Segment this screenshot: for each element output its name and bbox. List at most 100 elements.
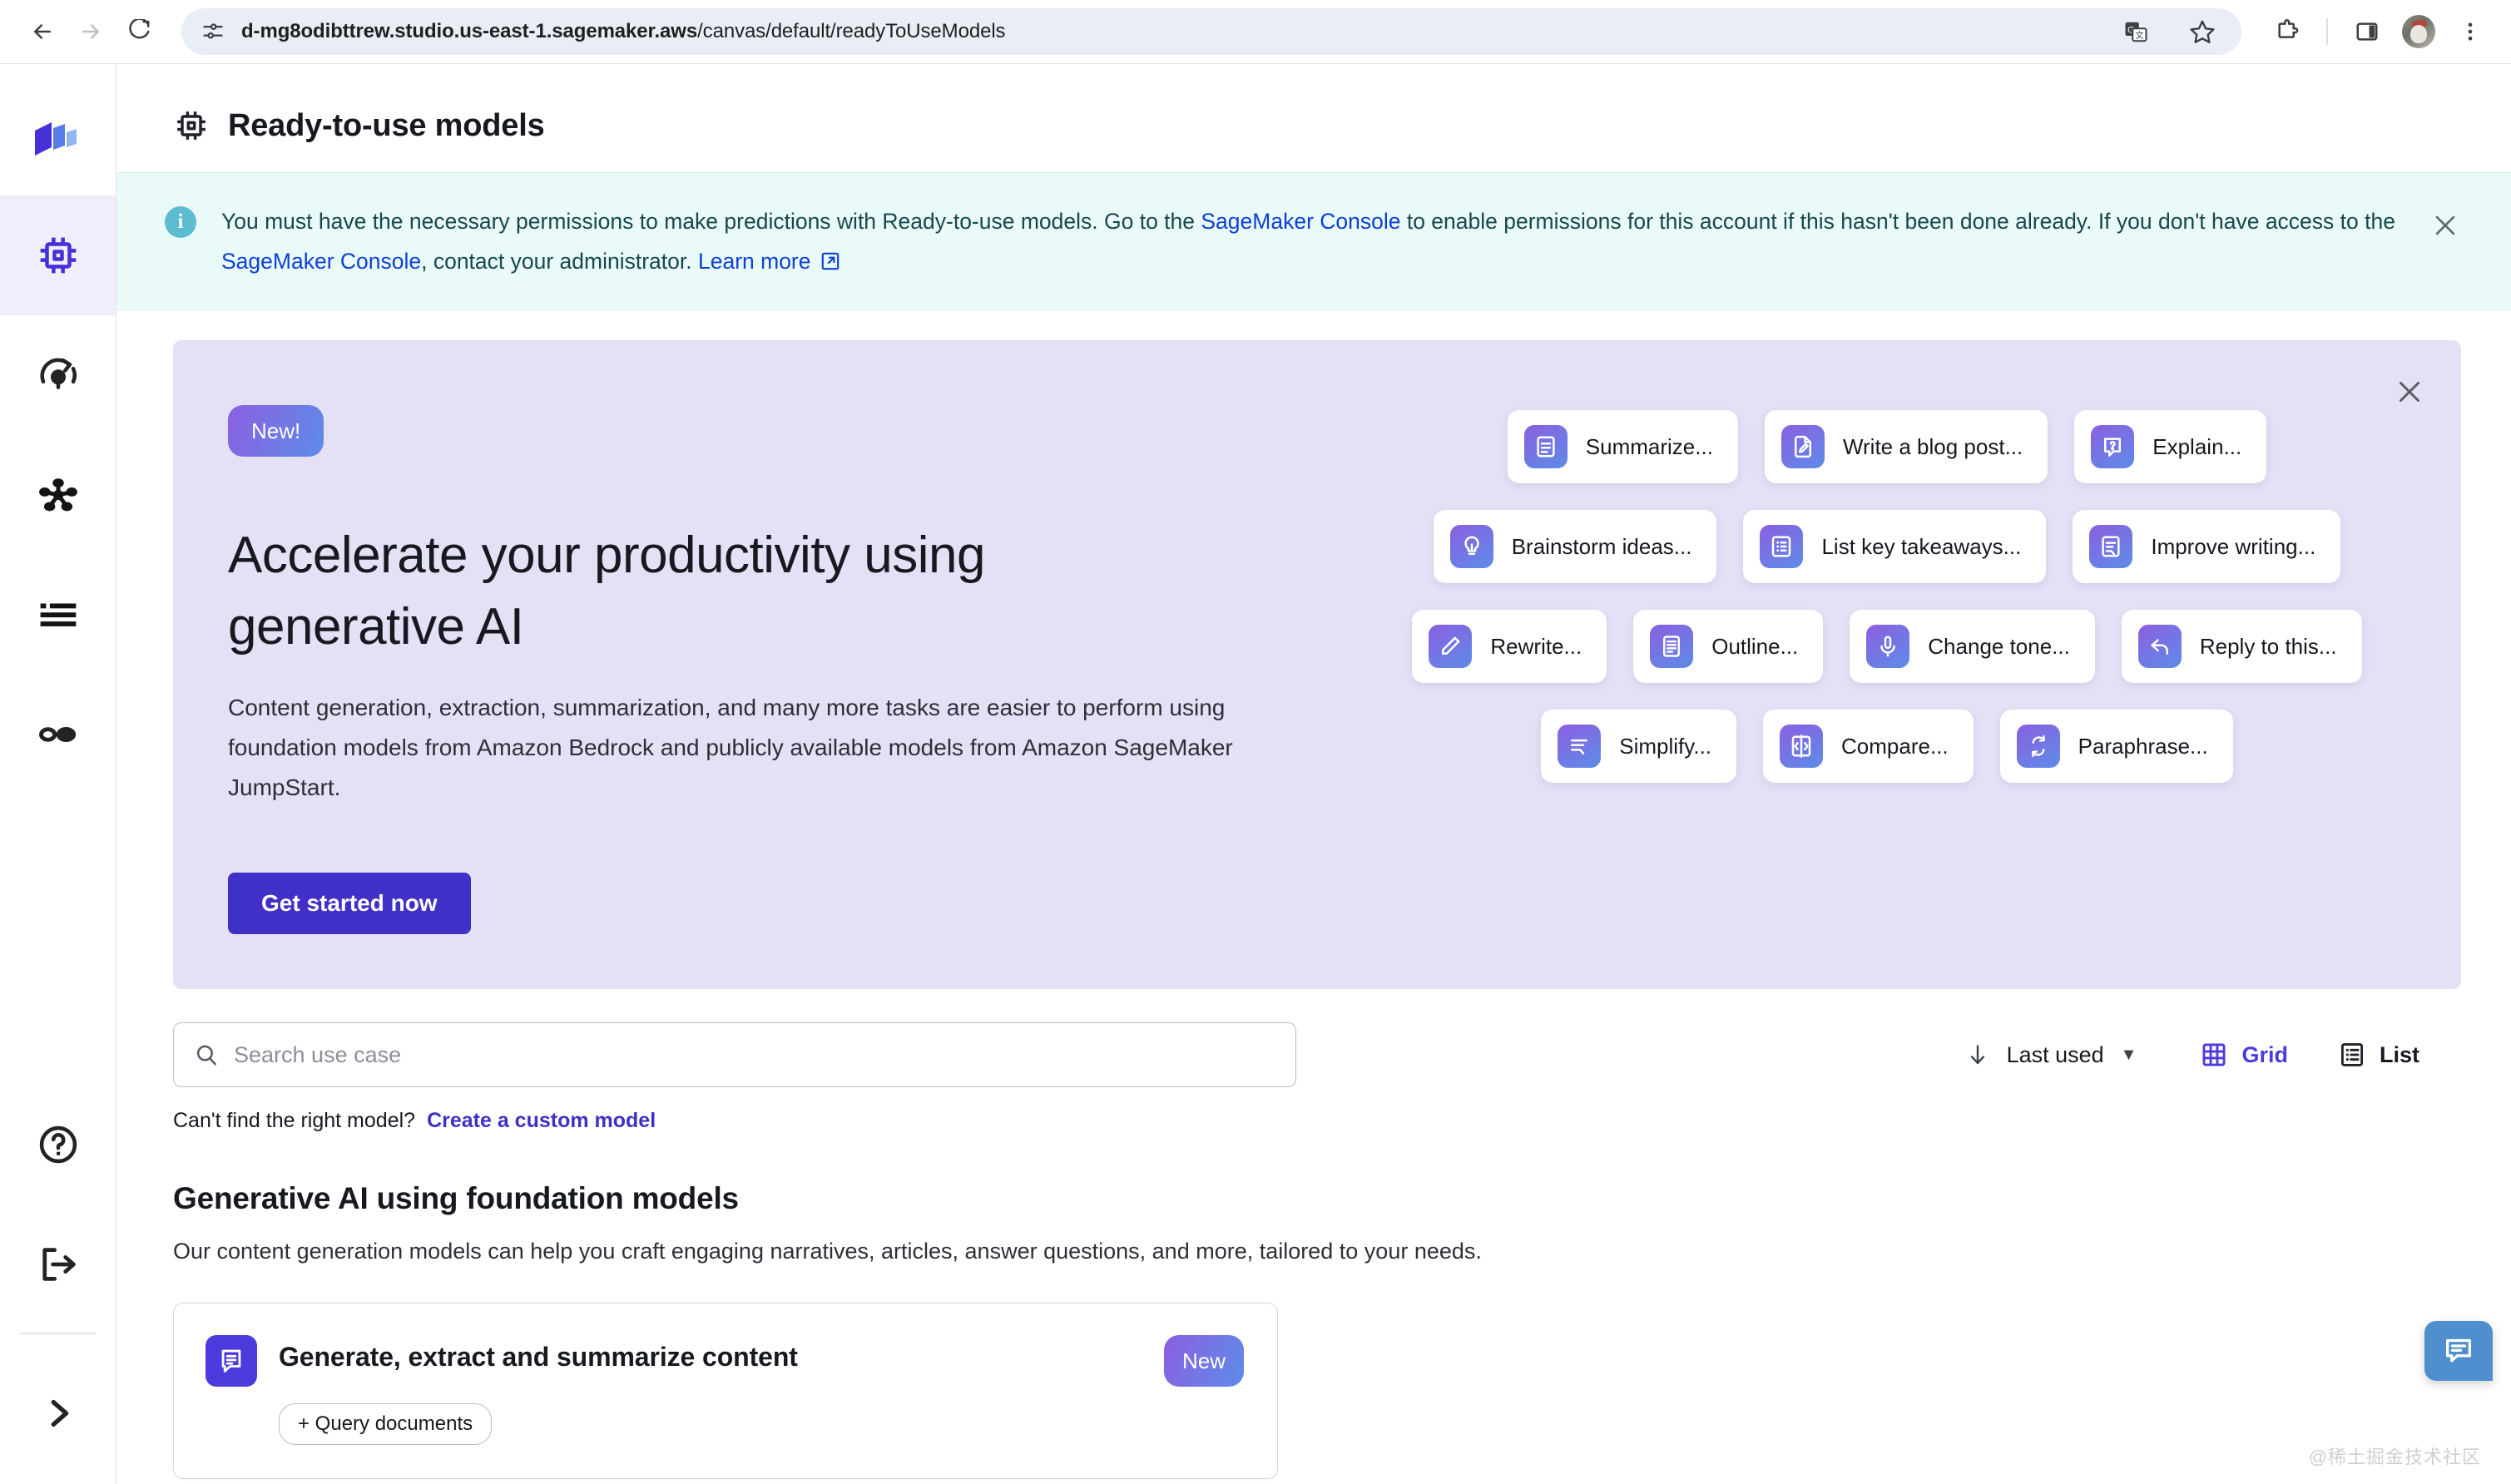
sidebar-item-ready-to-use-models[interactable]	[0, 195, 116, 315]
section-description: Our content generation models can help y…	[173, 1239, 1482, 1264]
chat-bubble-icon	[2446, 1338, 2471, 1363]
search-area: Can't find the right model? Create a cust…	[173, 1022, 1296, 1133]
watermark: @稀土掘金技术社区	[2308, 1447, 2481, 1467]
sagemaker-console-link-1[interactable]: SageMaker Console	[1201, 209, 1400, 234]
chip-label: List key takeaways...	[1821, 533, 2022, 559]
chip-list-key-takeaways[interactable]: List key takeaways...	[1743, 510, 2047, 583]
chip-row: Rewrite... Outline... Change tone... Rep…	[1355, 610, 2419, 683]
bullet-list-icon	[1760, 525, 1804, 568]
sidebar-item-my-models[interactable]	[0, 315, 116, 435]
chip-label: Write a blog post...	[1842, 433, 2023, 459]
reload-button[interactable]	[115, 7, 163, 56]
chip-write-a-blog-post[interactable]: Write a blog post...	[1764, 410, 2048, 483]
grid-view-label: Grid	[2241, 1041, 2288, 1067]
get-started-now-button[interactable]: Get started now	[228, 873, 471, 934]
model-card-tags: + Query documents	[206, 1403, 1244, 1445]
chip-label: Simplify...	[1619, 733, 1712, 759]
back-button[interactable]	[18, 7, 67, 56]
sidebar-item-logo[interactable]	[0, 82, 116, 195]
chip-brainstorm-ideas[interactable]: Brainstorm ideas...	[1433, 510, 1717, 583]
sidebar-item-predictions[interactable]	[0, 675, 116, 794]
chrome-menu-button[interactable]	[2448, 9, 2493, 54]
chip-change-tone[interactable]: Change tone...	[1850, 610, 2095, 683]
learn-more-link[interactable]: Learn more	[698, 249, 811, 274]
info-text-part3: , contact your administrator.	[421, 249, 698, 274]
grid-icon	[2203, 1043, 2226, 1066]
chip-label: Brainstorm ideas...	[1511, 533, 1692, 559]
chip-label: Outline...	[1711, 633, 1799, 659]
hero-text-column: New! Accelerate your productivity using …	[173, 393, 1355, 939]
chip-outline[interactable]: Outline...	[1633, 610, 1824, 683]
chip-label: Paraphrase...	[2078, 733, 2208, 759]
model-card-title: Generate, extract and summarize content	[279, 1342, 798, 1372]
chip-summarize[interactable]: Summarize...	[1507, 410, 1738, 483]
sidebar-divider	[20, 1333, 96, 1334]
nodes-icon	[38, 478, 77, 512]
chat-fab-button[interactable]	[2424, 1321, 2493, 1381]
chevron-down-icon: ▼	[2120, 1045, 2137, 1064]
chip-label: Reply to this...	[2199, 633, 2337, 659]
search-input[interactable]	[234, 1041, 1275, 1068]
chip-label: Summarize...	[1585, 433, 1713, 459]
arrow-down-icon	[1970, 1045, 1984, 1065]
tag-query-documents[interactable]: + Query documents	[279, 1403, 493, 1445]
chip-rewrite[interactable]: Rewrite...	[1412, 610, 1607, 683]
summarize-icon	[1523, 425, 1568, 468]
url-host: d-mg8odibttrew.studio.us-east-1.sagemake…	[241, 20, 698, 42]
url-path: /canvas/default/readyToUseModels	[697, 20, 1006, 42]
hero-description: Content generation, extraction, summariz…	[228, 695, 1233, 800]
chip-compare[interactable]: Compare...	[1763, 710, 1974, 783]
sidebar-item-datasets[interactable]	[0, 435, 116, 555]
create-custom-model-link[interactable]: Create a custom model	[427, 1109, 656, 1132]
chip-label: Improve writing...	[2151, 533, 2316, 559]
compare-icon	[1780, 725, 1824, 768]
chip-improve-writing[interactable]: Improve writing...	[2073, 510, 2341, 583]
forward-button[interactable]	[67, 7, 115, 56]
profile-button[interactable]	[2396, 9, 2441, 54]
bookmark-button[interactable]	[2180, 9, 2225, 54]
model-card[interactable]: Generate, extract and summarize content …	[173, 1303, 1278, 1479]
sidebar-item-data-wrangler[interactable]	[0, 555, 116, 675]
write-doc-icon	[1780, 425, 1825, 468]
translate-button[interactable]: G 文	[2113, 9, 2158, 54]
lightbulb-icon	[1449, 525, 1493, 568]
new-badge: New	[1164, 1335, 1244, 1387]
sort-control[interactable]: Last used ▼	[1965, 1041, 2176, 1069]
translate-icon: G 文	[2125, 22, 2147, 42]
custom-model-helper: Can't find the right model? Create a cust…	[173, 1109, 1296, 1133]
puzzle-icon	[2278, 19, 2299, 38]
sort-label: Last used	[2006, 1041, 2104, 1067]
page-title: Ready-to-use models	[228, 107, 545, 143]
helper-text: Can't find the right model?	[173, 1109, 416, 1132]
chip-simplify[interactable]: Simplify...	[1541, 710, 1737, 783]
search-box[interactable]	[173, 1022, 1296, 1087]
chip-reply-to-this[interactable]: Reply to this...	[2121, 610, 2362, 683]
grid-view-button[interactable]: Grid	[2175, 1031, 2313, 1078]
outline-icon	[1650, 625, 1694, 668]
improve-writing-icon	[2089, 525, 2133, 568]
chip-explain[interactable]: Explain...	[2074, 410, 2267, 483]
svg-text:文: 文	[2135, 30, 2143, 41]
model-card-header: Generate, extract and summarize content	[206, 1335, 1244, 1387]
sagemaker-console-link-2[interactable]: SageMaker Console	[221, 249, 421, 274]
site-settings-icon[interactable]	[201, 20, 225, 43]
extensions-button[interactable]	[2265, 9, 2310, 54]
external-link-icon	[821, 252, 839, 270]
chip-paraphrase[interactable]: Paraphrase...	[1999, 710, 2233, 783]
side-panel-button[interactable]	[2345, 9, 2390, 54]
browser-toolbar: d-mg8odibttrew.studio.us-east-1.sagemake…	[0, 0, 2511, 63]
toolbar-controls: Last used ▼ Grid List	[1296, 1022, 2461, 1087]
sidebar-expand-button[interactable]	[0, 1343, 116, 1484]
info-text-part1: You must have the necessary permissions …	[221, 209, 1201, 234]
app-frame: Ready-to-use models i You must have the …	[0, 63, 2511, 1484]
list-view-label: List	[2379, 1041, 2419, 1067]
sidebar-item-help[interactable]	[0, 1085, 116, 1205]
sidebar-item-logout[interactable]	[0, 1205, 116, 1324]
models-toolbar: Can't find the right model? Create a cust…	[116, 989, 2511, 1133]
circles-icon	[38, 727, 76, 742]
address-bar[interactable]: d-mg8odibttrew.studio.us-east-1.sagemake…	[181, 8, 2241, 55]
dismiss-info-banner-button[interactable]	[2426, 206, 2464, 245]
chip-label: Rewrite...	[1490, 633, 1582, 659]
list-view-button[interactable]: List	[2313, 1031, 2444, 1078]
